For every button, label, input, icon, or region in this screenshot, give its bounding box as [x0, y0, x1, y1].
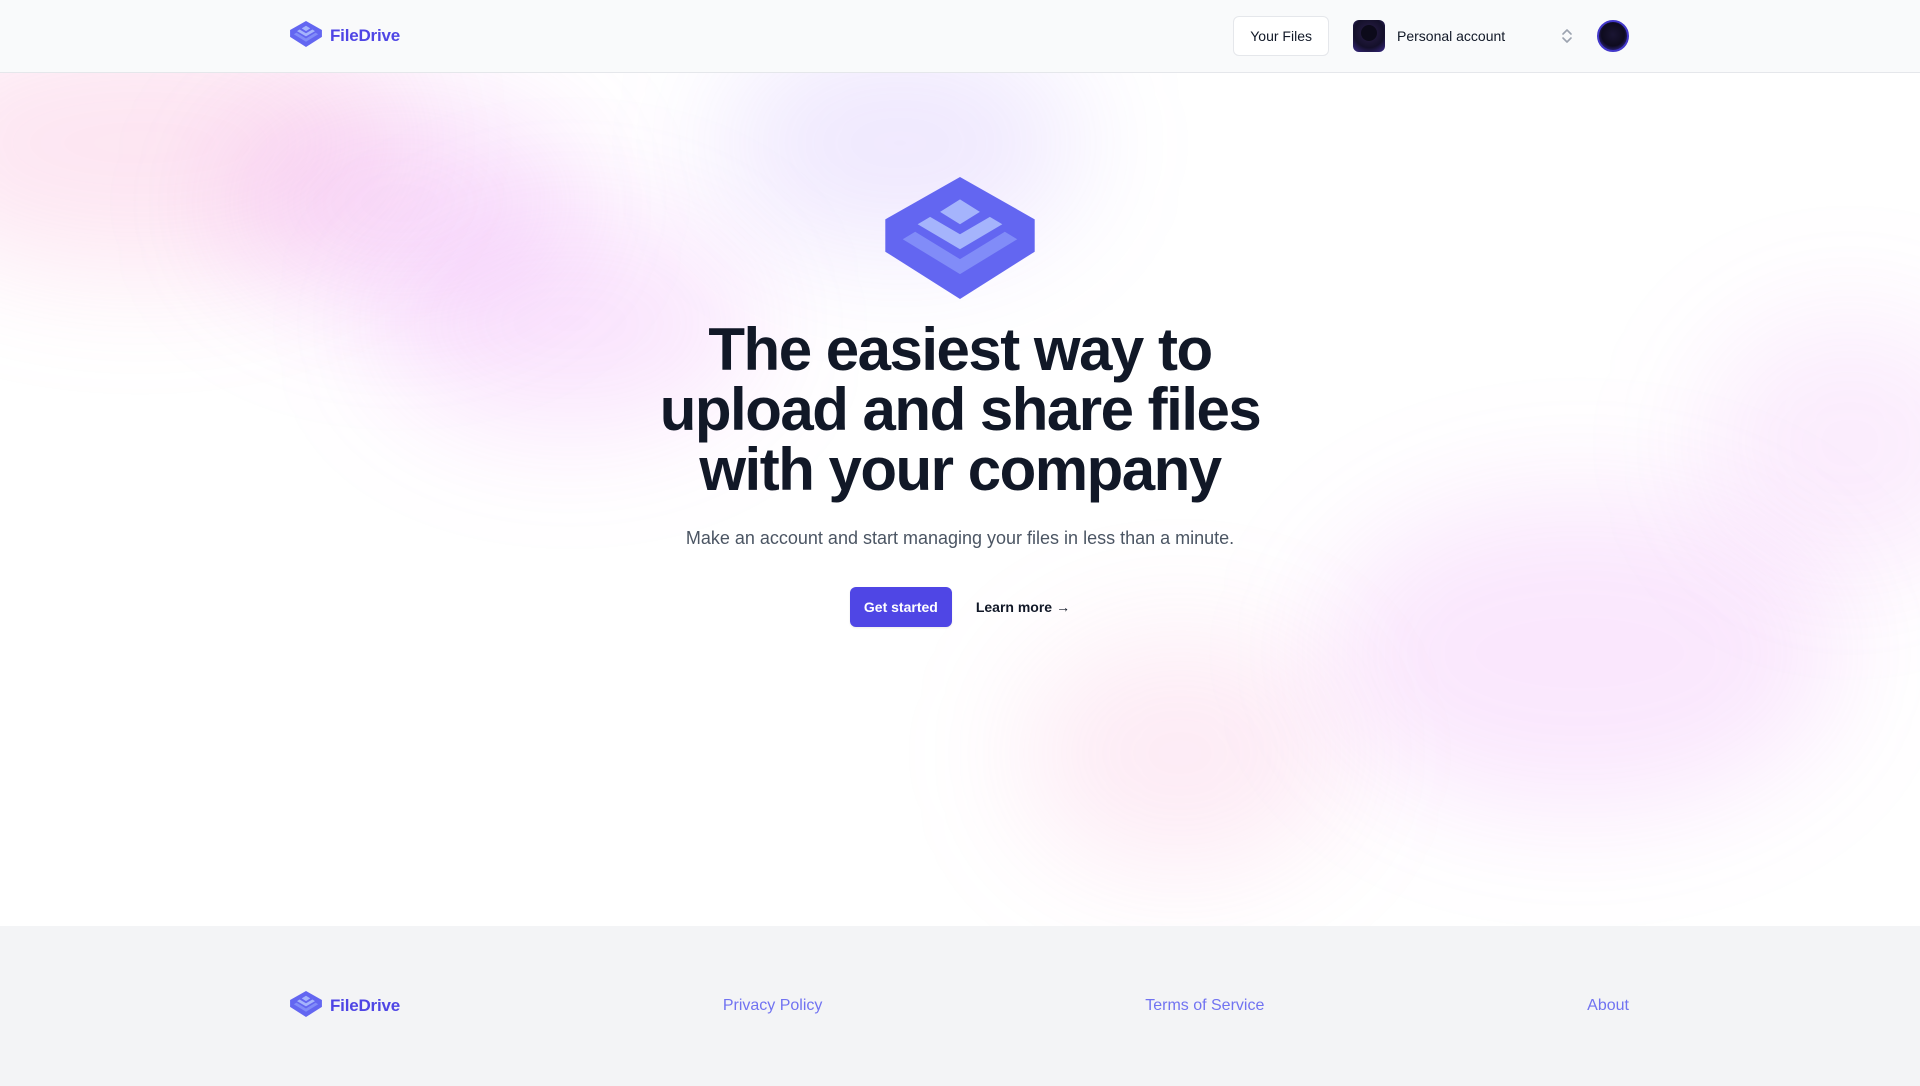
- privacy-policy-link[interactable]: Privacy Policy: [723, 997, 823, 1015]
- terms-of-service-link[interactable]: Terms of Service: [1145, 997, 1264, 1015]
- chevron-up-down-icon: [1561, 27, 1573, 45]
- cta-row: Get started Learn more →: [849, 587, 1070, 627]
- learn-more-link[interactable]: Learn more →: [976, 599, 1070, 615]
- layers-logo-icon: [884, 177, 1036, 304]
- hero-section: The easiest way to upload and share file…: [0, 73, 1920, 926]
- user-avatar-button[interactable]: [1597, 20, 1629, 52]
- hero-content: The easiest way to upload and share file…: [0, 177, 1920, 627]
- top-nav-inner: FileDrive Your Files Personal account: [290, 0, 1629, 72]
- hero-title: The easiest way to upload and share file…: [659, 316, 1262, 503]
- footer-inner: FileDrive Privacy Policy Terms of Servic…: [290, 986, 1629, 1026]
- layers-logo-icon: [290, 990, 322, 1022]
- top-nav: FileDrive Your Files Personal account: [0, 0, 1920, 73]
- org-avatar: [1353, 20, 1385, 52]
- footer-brand-link[interactable]: FileDrive: [290, 990, 401, 1022]
- hero-subtitle: Make an account and start managing your …: [685, 528, 1235, 548]
- brand-link[interactable]: FileDrive: [290, 20, 401, 52]
- layers-logo-icon: [290, 20, 322, 52]
- about-link[interactable]: About: [1587, 997, 1629, 1015]
- learn-more-label: Learn more: [975, 599, 1053, 615]
- header-actions: Your Files Personal account: [1233, 16, 1629, 56]
- your-files-button[interactable]: Your Files: [1233, 16, 1329, 56]
- footer: FileDrive Privacy Policy Terms of Servic…: [0, 926, 1920, 1086]
- get-started-button[interactable]: Get started: [849, 587, 952, 627]
- footer-brand-name: FileDrive: [330, 996, 401, 1015]
- org-name: Personal account: [1397, 28, 1506, 44]
- arrow-right-icon: →: [1056, 599, 1071, 615]
- brand-name: FileDrive: [330, 26, 401, 45]
- background-gradient-blob: [1020, 633, 1340, 873]
- organization-switcher[interactable]: Personal account: [1353, 20, 1573, 52]
